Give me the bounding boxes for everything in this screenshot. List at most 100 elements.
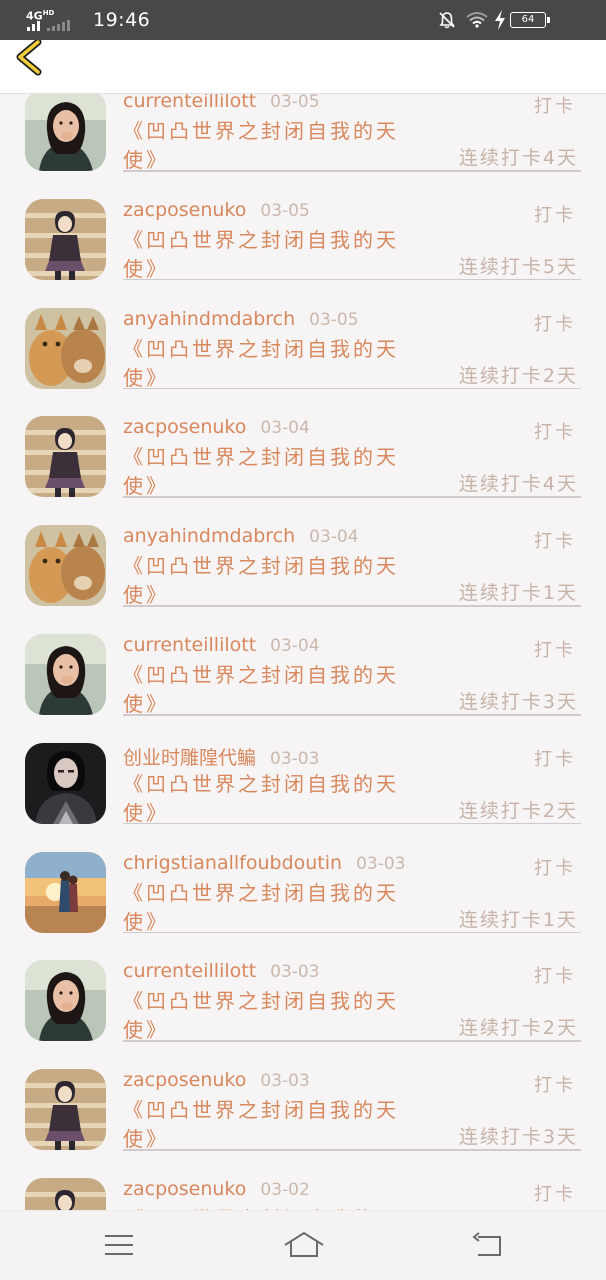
user-name[interactable]: currenteillilott [123,634,256,656]
book-title-continued[interactable]: 使》 [123,797,169,826]
book-title[interactable]: 《凹凸世界之封闭自我的天 [123,1094,399,1123]
user-name[interactable]: currenteillilott [123,960,256,982]
book-title-continued[interactable]: 使》 [123,144,169,173]
user-avatar[interactable] [25,307,106,389]
checkin-label: 打卡 [534,96,576,117]
system-nav-bar [0,1210,606,1280]
book-title[interactable]: 《凹凸世界之封闭自我的天 [123,333,399,362]
user-avatar[interactable] [25,742,106,824]
book-title-continued[interactable]: 使》 [123,688,169,717]
user-row: zacposenuko 03-05 [123,199,310,223]
list-item[interactable]: 创业时雕隍代鳊 03-03 打卡 《凹凸世界之封闭自我的天 使》 连续打卡2天 [0,742,606,852]
streak-count: 连续打卡3天 [458,691,578,713]
book-title[interactable]: 《凹凸世界之封闭自我的天 [123,1203,399,1210]
list-item[interactable]: zacposenuko 03-02 打卡《凹凸世界之封闭自我的天 [0,1178,606,1210]
list-item[interactable]: zacposenuko 03-05 打卡 《凹凸世界之封闭自我的天 使》 连续打卡5天 [0,198,606,308]
home-button[interactable] [282,1229,326,1263]
user-avatar[interactable] [25,960,106,1042]
user-name[interactable]: 创业时雕隍代鳊 [123,747,256,769]
menu-button[interactable] [97,1229,141,1263]
list-item[interactable]: zacposenuko 03-03 打卡 《凹凸世界之封闭自我的天 使》 连续打卡3天 [0,1069,606,1178]
book-title[interactable]: 《凹凸世界之封闭自我的天 [123,659,399,688]
user-avatar[interactable] [25,1069,106,1151]
user-row: zacposenuko 03-02 [123,1178,310,1202]
chevron-left-icon [16,38,42,76]
list-item[interactable]: anyahindmdabrch 03-04 打卡 《凹凸世界之封闭自我的天 使》 连续打卡… [0,525,606,634]
wifi-icon [466,12,488,28]
list-item[interactable]: anyahindmdabrch 03-05 打卡 《凹凸世界之封闭自我的天 使》 连续打卡… [0,307,606,417]
status-bar: 4GHD 19:46 64 [0,0,606,40]
book-title[interactable]: 《凹凸世界之封闭自我的天 [123,441,399,470]
user-row: currenteillilott 03-05 [123,94,320,114]
book-title-continued[interactable]: 使》 [123,1014,169,1043]
book-title-continued[interactable]: 使》 [123,906,169,935]
book-title-continued[interactable]: 使》 [123,470,169,499]
checkin-date: 03-04 [260,418,310,439]
avatar-image [25,1178,106,1210]
book-title-continued[interactable]: 使》 [123,1123,169,1152]
checkin-date: 03-05 [270,94,320,112]
streak-count: 连续打卡4天 [458,147,578,169]
user-avatar[interactable] [25,634,106,715]
user-row: zacposenuko 03-03 [123,1069,310,1093]
back-button[interactable] [14,38,54,84]
user-name[interactable]: zacposenuko [123,199,246,221]
book-title[interactable]: 《凹凸世界之封闭自我的天 [123,985,399,1014]
checkin-label: 打卡 [534,1184,576,1205]
book-title[interactable]: 《凹凸世界之封闭自我的天 [123,115,399,144]
avatar-image [25,634,106,715]
user-row: anyahindmdabrch 03-04 [123,525,359,549]
checkin-date: 03-04 [309,527,359,548]
checkin-label: 打卡 [534,966,576,988]
user-avatar[interactable] [25,198,106,280]
list-item[interactable]: currenteillilott 03-04 打卡 《凹凸世界之封闭自我的天 使》 连续打… [0,634,606,743]
system-back-button[interactable] [466,1229,510,1263]
user-avatar[interactable] [25,94,106,171]
divider [123,605,581,607]
divider [123,496,581,498]
user-name[interactable]: chrigstianallfoubdoutin [123,852,342,874]
user-name[interactable]: zacposenuko [123,1178,246,1200]
user-row: anyahindmdabrch 03-05 [123,308,359,332]
streak-count: 连续打卡1天 [458,908,578,931]
user-avatar[interactable] [25,525,106,607]
user-avatar[interactable] [25,1178,106,1210]
checkin-list: currenteillilott 03-05 打卡 《凹凸世界之封闭自我的天 使》 连续打… [0,94,606,1210]
checkin-date: 03-02 [260,1180,310,1200]
divider [123,387,581,390]
book-title-continued[interactable]: 使》 [123,362,169,391]
battery-icon: 64 [510,12,550,28]
user-avatar[interactable] [25,416,106,498]
checkin-label: 打卡 [534,204,576,226]
divider [123,822,581,825]
book-title[interactable]: 《凹凸世界之封闭自我的天 [123,224,399,253]
book-title[interactable]: 《凹凸世界之封闭自我的天 [123,877,399,906]
user-row: currenteillilott 03-03 [123,960,320,984]
avatar-image [25,416,106,498]
checkin-label: 打卡 [534,748,576,770]
book-title[interactable]: 《凹凸世界之封闭自我的天 [123,768,399,797]
user-avatar[interactable] [25,851,106,933]
user-row: zacposenuko 03-04 [123,416,310,440]
avatar-image [25,851,106,933]
user-name[interactable]: anyahindmdabrch [123,525,295,547]
checkin-label: 打卡 [534,857,576,879]
list-item[interactable]: currenteillilott 03-05 打卡《凹凸世界之封闭自我的天 使》 连续打… [0,94,606,199]
checkin-date: 03-05 [260,200,310,221]
avatar-image [25,198,106,280]
book-title[interactable]: 《凹凸世界之封闭自我的天 [123,550,399,579]
user-name[interactable]: zacposenuko [123,1069,246,1091]
user-row: 创业时雕隍代鳊 03-03 [123,743,319,769]
book-title-continued[interactable]: 使》 [123,253,169,282]
user-name[interactable]: anyahindmdabrch [123,308,295,330]
list-item[interactable]: zacposenuko 03-04 打卡 《凹凸世界之封闭自我的天 使》 连续打卡4天 [0,416,606,525]
menu-icon [105,1235,133,1255]
list-item[interactable]: chrigstianallfoubdoutin 03-03 打卡 《凹凸世界之封闭自我… [0,851,606,961]
checkin-label: 打卡 [534,313,576,335]
list-item[interactable]: currenteillilott 03-03 打卡《凹凸世界之封闭自我的天 使》 连续打… [0,960,606,1069]
book-title-continued[interactable]: 使》 [123,579,169,608]
user-name[interactable]: currenteillilott [123,94,256,112]
user-name[interactable]: zacposenuko [123,416,246,438]
avatar-image [25,94,106,171]
streak-count: 连续打卡2天 [458,1017,578,1040]
